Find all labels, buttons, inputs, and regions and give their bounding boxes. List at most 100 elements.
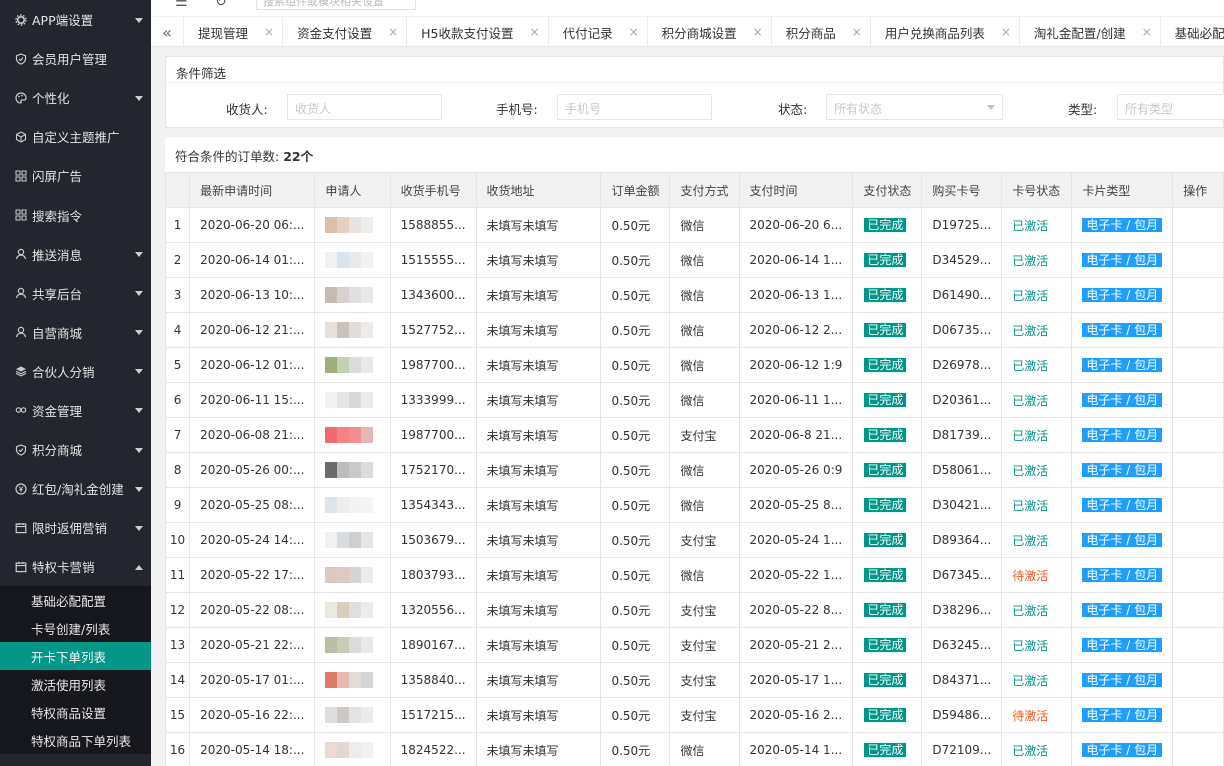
- sidebar-item[interactable]: 红包/淘礼金创建: [0, 469, 151, 508]
- sidebar-item[interactable]: 个性化: [0, 78, 151, 117]
- sidebar-subitem[interactable]: 基础必配配置: [0, 586, 151, 614]
- sidebar-item[interactable]: 共享后台: [0, 274, 151, 313]
- sidebar-item[interactable]: 推送消息: [0, 235, 151, 274]
- table-row[interactable]: 9 2020-05-25 08:... 1354343... 未填写未填写 0.50元微…: [165, 487, 1224, 523]
- operation-cell[interactable]: [1172, 557, 1224, 593]
- table-row[interactable]: 7 2020-06-08 21:... 1987700... 未填写未填写 0.50元支…: [165, 417, 1224, 453]
- sidebar-subitem[interactable]: 激活使用列表: [0, 670, 151, 698]
- sidebar-item[interactable]: 特权卡营销: [0, 547, 151, 586]
- double-chevron-left-icon[interactable]: «: [151, 17, 184, 46]
- close-icon[interactable]: ×: [264, 25, 274, 39]
- pay-status-badge: 已完成: [863, 497, 908, 513]
- card-status-cell: 已激活: [1001, 487, 1073, 523]
- operation-cell[interactable]: [1172, 207, 1224, 243]
- sidebar-subitem[interactable]: 开卡下单列表: [0, 642, 151, 671]
- sidebar-item[interactable]: 闪屏广告: [0, 156, 151, 195]
- operation-cell[interactable]: [1172, 347, 1224, 383]
- close-icon[interactable]: ×: [1142, 25, 1152, 39]
- pay-method-cell: 微信: [669, 732, 740, 766]
- pay-status-cell: 已完成: [852, 557, 923, 593]
- close-icon[interactable]: ×: [530, 25, 540, 39]
- tab[interactable]: 提现管理 ×: [184, 17, 284, 46]
- close-icon[interactable]: ×: [388, 25, 398, 39]
- pay-status-badge: 已完成: [863, 217, 908, 233]
- card-type-badge: 电子卡 / 包月: [1082, 463, 1163, 477]
- operation-cell[interactable]: [1172, 417, 1224, 453]
- table-row[interactable]: 13 2020-05-21 22:... 1890167... 未填写未填写 0.50元…: [165, 627, 1224, 663]
- avatar-blur-block: [337, 742, 350, 758]
- operation-cell[interactable]: [1172, 277, 1224, 313]
- avatar: [325, 322, 379, 338]
- operation-cell[interactable]: [1172, 242, 1224, 278]
- operation-cell[interactable]: [1172, 732, 1224, 766]
- close-icon[interactable]: ×: [852, 25, 862, 39]
- sidebar-item[interactable]: 自营商城: [0, 313, 151, 352]
- sidebar-item[interactable]: 积分商城: [0, 430, 151, 469]
- avatar-blur-block: [361, 707, 374, 723]
- tab[interactable]: 基础必配配置×: [1161, 17, 1224, 46]
- address-cell: 未填写未填写: [475, 557, 602, 593]
- receiver-input[interactable]: 收货人: [287, 94, 442, 120]
- table-row[interactable]: 6 2020-06-11 15:... 1333999... 未填写未填写 0.50元微…: [165, 382, 1224, 418]
- table-row[interactable]: 15 2020-05-16 22:... 1517215... 未填写未填写 0.50元…: [165, 697, 1224, 733]
- card-type-badge: 电子卡 / 包月: [1082, 603, 1163, 617]
- sidebar-item[interactable]: 会员用户管理: [0, 39, 151, 78]
- status-select[interactable]: 所有状态: [826, 94, 1003, 120]
- sidebar-subitem[interactable]: 特权商品下单列表: [0, 726, 151, 754]
- layers-icon: [14, 365, 27, 378]
- sidebar-item[interactable]: 自定义主题推广: [0, 117, 151, 156]
- operation-cell[interactable]: [1172, 487, 1224, 523]
- tab[interactable]: 积分商城设置 ×: [648, 17, 772, 46]
- operation-cell[interactable]: [1172, 382, 1224, 418]
- operation-cell[interactable]: [1172, 592, 1224, 628]
- table-row[interactable]: 8 2020-05-26 00:... 1752170... 未填写未填写 0.50元微…: [165, 452, 1224, 488]
- operation-cell[interactable]: [1172, 662, 1224, 698]
- table-row[interactable]: 11 2020-05-22 17:... 1803793... 未填写未填写 0.50元…: [165, 557, 1224, 593]
- operation-cell[interactable]: [1172, 312, 1224, 348]
- tab[interactable]: 积分商品 ×: [772, 17, 871, 46]
- type-select[interactable]: 所有类型: [1117, 94, 1224, 120]
- avatar: [325, 357, 379, 373]
- table-row[interactable]: 4 2020-06-12 21:... 1527752... 未填写未填写 0.50元微…: [165, 312, 1224, 348]
- tab[interactable]: 淘礼金配置/创建 ×: [1020, 17, 1161, 46]
- close-icon[interactable]: ×: [629, 25, 639, 39]
- caret-down-icon: [135, 408, 143, 414]
- sidebar-item[interactable]: 搜索指令: [0, 195, 151, 234]
- close-icon[interactable]: ×: [753, 25, 763, 39]
- avatar-blur-block: [349, 322, 362, 338]
- card-number-cell: D59486...: [921, 697, 1003, 733]
- sidebar-item[interactable]: 限时返佣营销: [0, 508, 151, 547]
- phone-input[interactable]: 手机号: [557, 94, 712, 120]
- address-cell: 未填写未填写: [475, 697, 602, 733]
- sidebar-item[interactable]: APP端设置: [0, 0, 151, 39]
- table-row[interactable]: 3 2020-06-13 10:... 1343600... 未填写未填写 0.50元微…: [165, 277, 1224, 313]
- table-row[interactable]: 10 2020-05-24 14:... 1503679... 未填写未填写 0.50元…: [165, 522, 1224, 558]
- card-type-badge: 电子卡 / 包月: [1082, 253, 1163, 267]
- close-icon[interactable]: ×: [1001, 25, 1011, 39]
- operation-cell[interactable]: [1172, 627, 1224, 663]
- menu-toggle-icon[interactable]: ☰: [175, 0, 188, 10]
- refresh-icon[interactable]: ↻: [215, 0, 227, 10]
- sidebar-subitem[interactable]: 特权商品设置: [0, 698, 151, 726]
- table-row[interactable]: 12 2020-05-22 08:... 1320556... 未填写未填写 0.50元…: [165, 592, 1224, 628]
- tab[interactable]: 代付记录 ×: [549, 17, 648, 46]
- global-search-input[interactable]: 搜索组件或模块相关设置: [256, 0, 416, 10]
- operation-cell[interactable]: [1172, 452, 1224, 488]
- sidebar-item[interactable]: 资金管理: [0, 391, 151, 430]
- sidebar-item[interactable]: 合伙人分销: [0, 352, 151, 391]
- table-row[interactable]: 5 2020-06-12 01:... 1987700... 未填写未填写 0.50元微…: [165, 347, 1224, 383]
- grid-icon: [14, 209, 27, 222]
- table-row[interactable]: 1 2020-06-20 06:... 1588855... 未填写未填写 0.50元微…: [165, 207, 1224, 243]
- operation-cell[interactable]: [1172, 522, 1224, 558]
- table-row[interactable]: 2 2020-06-14 01:... 1515555... 未填写未填写 0.50元微…: [165, 242, 1224, 278]
- pay-time-cell: 2020-05-14 1...: [738, 732, 854, 766]
- sidebar-subitem[interactable]: 卡号创建/列表: [0, 614, 151, 642]
- tab[interactable]: H5收款支付设置 ×: [407, 17, 549, 46]
- tab[interactable]: 用户兑换商品列表 ×: [871, 17, 1020, 46]
- pay-time-cell: 2020-06-8 21...: [738, 417, 854, 453]
- table-row[interactable]: 16 2020-05-14 18:... 1824522... 未填写未填写 0.50元…: [165, 732, 1224, 766]
- applicant-cell: [314, 522, 391, 558]
- tab[interactable]: 资金支付设置 ×: [283, 17, 408, 46]
- table-row[interactable]: 14 2020-05-17 01:... 1358840... 未填写未填写 0.50元…: [165, 662, 1224, 698]
- operation-cell[interactable]: [1172, 697, 1224, 733]
